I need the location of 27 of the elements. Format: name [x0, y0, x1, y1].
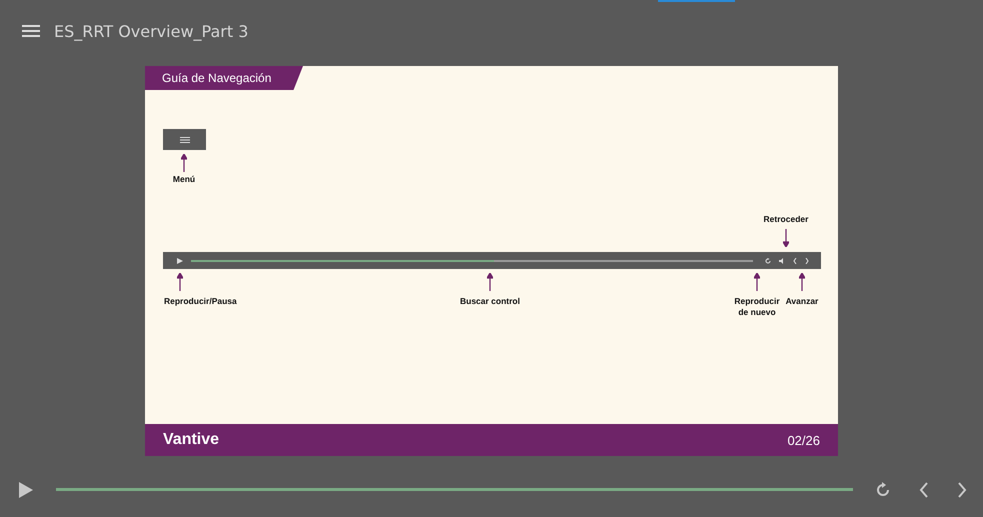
callout-label: Reproducir/Pausa [164, 296, 237, 308]
callout-label: Menú [172, 174, 196, 186]
callout-label: Retroceder [762, 214, 810, 226]
course-title: ES_RRT Overview_Part 3 [54, 22, 248, 40]
menu-icon [22, 25, 40, 37]
callout-label: Buscar control [459, 296, 521, 308]
forward-icon [957, 482, 967, 498]
replay-icon [875, 482, 891, 498]
up-arrow-icon [487, 273, 493, 291]
callout-label: Reproducir de nuevo [733, 296, 781, 318]
forward-icon [805, 258, 809, 264]
menu-icon [180, 136, 190, 142]
back-icon [793, 258, 797, 264]
play-icon [177, 258, 183, 264]
volume-icon [779, 258, 785, 264]
page-counter: 02/26 [787, 432, 820, 448]
menu-button[interactable] [22, 25, 40, 37]
down-arrow-icon [783, 229, 789, 247]
play-icon [18, 480, 34, 498]
back-icon [919, 482, 929, 498]
up-arrow-icon [754, 273, 760, 291]
brand-logo: Vantive [163, 431, 220, 449]
callout-label: Avanzar [784, 296, 820, 308]
up-arrow-icon [181, 154, 187, 172]
replay-icon [765, 258, 771, 264]
up-arrow-icon [177, 273, 183, 291]
up-arrow-icon [799, 273, 805, 291]
